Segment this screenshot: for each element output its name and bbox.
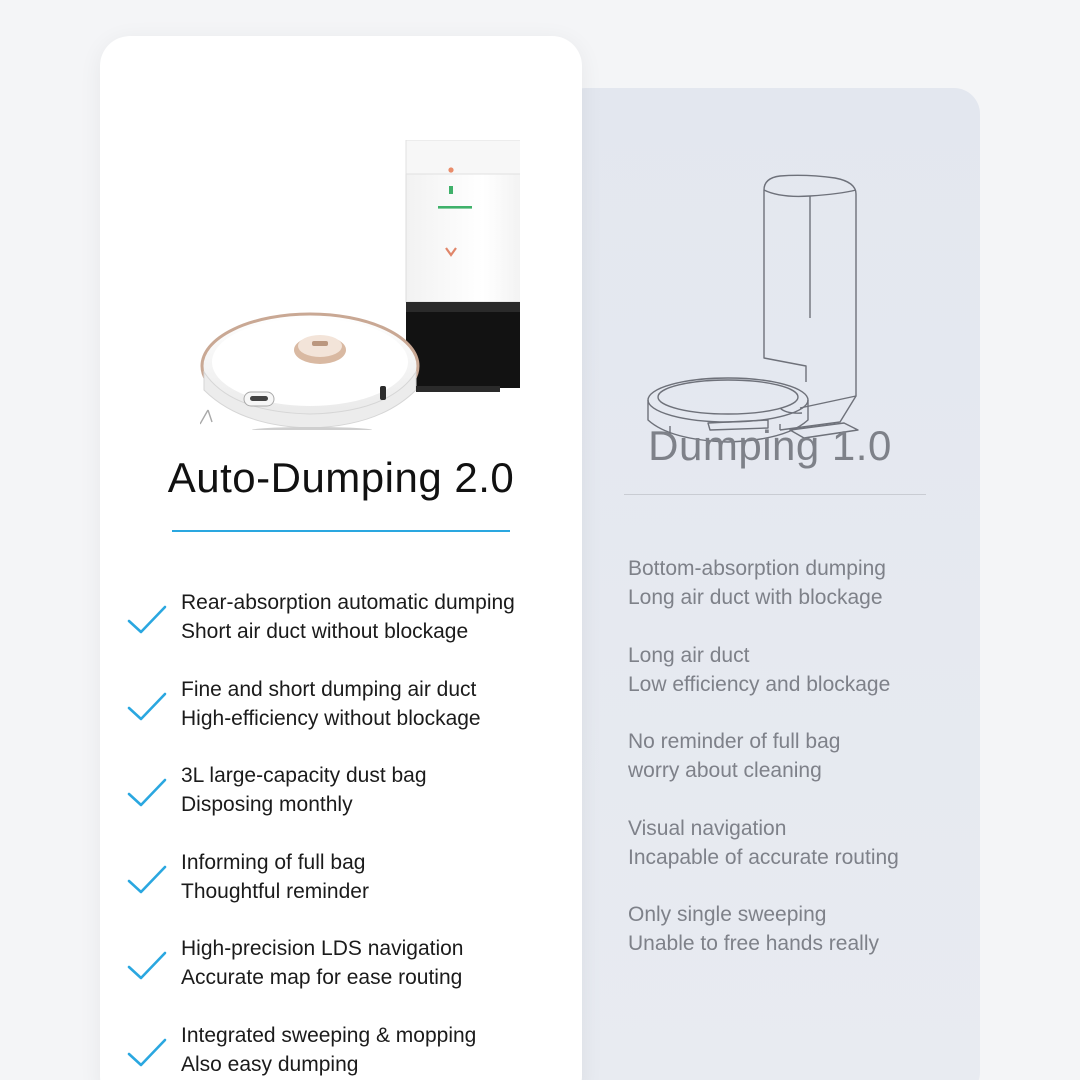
feature-line: worry about cleaning <box>628 759 822 782</box>
auto-dumping-2-panel: Auto-Dumping 2.0 Rear-absorption automat… <box>100 36 582 1080</box>
robot-vacuum-outline-illustration <box>647 174 859 443</box>
checkmark-icon <box>127 951 167 980</box>
list-item: Visual navigation Incapable of accurate … <box>560 812 980 899</box>
list-item: No reminder of full bag worry about clea… <box>560 725 980 812</box>
feature-line: 3L large-capacity dust bag <box>181 764 427 787</box>
feature-line: Visual navigation <box>628 816 787 840</box>
feature-line: Bottom-absorption dumping <box>628 557 886 580</box>
feature-line: Informing of full bag <box>181 850 366 874</box>
checkmark-icon <box>127 1038 167 1066</box>
feature-line: Accurate map for ease routing <box>181 966 463 989</box>
feature-line: Only single sweeping <box>628 903 827 926</box>
feature-line: Fine and short dumping air duct <box>181 677 477 701</box>
list-item: Long air duct Low efficiency and blockag… <box>560 639 980 726</box>
list-item: Rear-absorption automatic dumping Short … <box>100 586 582 673</box>
feature-line: No reminder of full bag <box>628 730 841 753</box>
feature-line: Unable to free hands really <box>628 932 879 955</box>
title-divider <box>624 494 926 495</box>
list-item: High-precision LDS navigation Accurate m… <box>100 932 582 1019</box>
auto-dumping-2-title: Auto-Dumping 2.0 <box>167 454 515 501</box>
dumping-1-title: Dumping 1.0 <box>648 422 892 469</box>
feature-line: Integrated sweeping & mopping <box>181 1023 477 1047</box>
checkmark-icon <box>127 605 167 634</box>
comparison-canvas: Dumping 1.0 Bottom-absorption dumping Lo… <box>0 0 1080 1080</box>
title-underline <box>172 530 510 532</box>
list-item: Informing of full bag Thoughtful reminde… <box>100 846 582 933</box>
feature-line: Thoughtful reminder <box>181 879 369 903</box>
checkmark-icon <box>127 778 167 807</box>
dumping-1-feature-list: Bottom-absorption dumping Long air duct … <box>560 552 980 985</box>
auto-dumping-2-feature-list: Rear-absorption automatic dumping Short … <box>100 586 582 1080</box>
feature-line: High-efficiency without blockage <box>181 706 481 730</box>
list-item: Bottom-absorption dumping Long air duct … <box>560 552 980 639</box>
feature-line: Low efficiency and blockage <box>628 672 891 696</box>
feature-line: Long air duct with blockage <box>628 586 883 609</box>
checkmark-icon <box>127 865 167 893</box>
robot-vacuum-product-image <box>200 140 520 430</box>
list-item: Fine and short dumping air duct High-eff… <box>100 673 582 760</box>
feature-line: Short air duct without blockage <box>181 620 469 643</box>
feature-line: Long air duct <box>628 643 750 667</box>
list-item: Only single sweeping Unable to free hand… <box>560 898 980 985</box>
feature-line: Rear-absorption automatic dumping <box>181 591 515 614</box>
feature-line: Disposing monthly <box>181 793 353 816</box>
list-item: Integrated sweeping & mopping Also easy … <box>100 1019 582 1080</box>
feature-line: Also easy dumping <box>181 1052 359 1076</box>
list-item: 3L large-capacity dust bag Disposing mon… <box>100 759 582 846</box>
dumping-1-panel: Dumping 1.0 Bottom-absorption dumping Lo… <box>560 88 980 1080</box>
feature-line: Incapable of accurate routing <box>628 845 899 869</box>
feature-line: High-precision LDS navigation <box>181 937 464 960</box>
checkmark-icon <box>127 692 167 720</box>
